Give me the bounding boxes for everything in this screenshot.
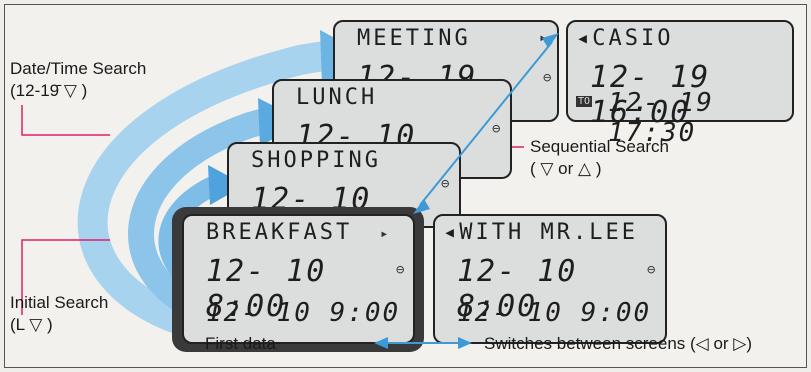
horizontal-arrow-head-left	[374, 337, 388, 349]
label-date-time-search: Date/Time Search (12-19̄ ▽ )	[10, 59, 147, 100]
diagonal-arrow-head-upper	[542, 33, 559, 48]
label-switches-screens: Switches between screens (◁ or ▷)	[484, 334, 753, 353]
label-first-data: First data	[205, 334, 276, 353]
diagonal-arrow-head-lower	[413, 199, 430, 214]
sequential-double-arrow	[374, 33, 559, 349]
label-initial-search: Initial Search (L ▽ )	[10, 293, 109, 334]
horizontal-arrow-head-right	[458, 337, 472, 349]
label-sequential-search: Sequential Search ( ▽ or △ )	[530, 137, 669, 178]
diagonal-double-arrow-line	[419, 41, 553, 206]
